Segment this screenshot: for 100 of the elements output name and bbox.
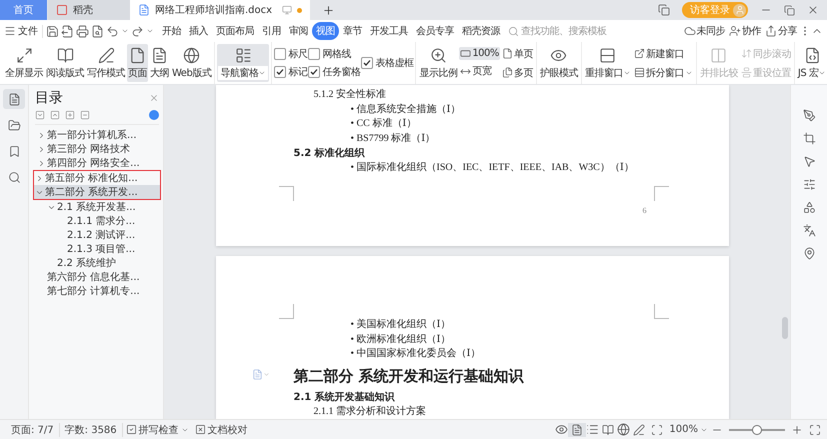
- outline-item[interactable]: 第七部分 计算机专...: [35, 284, 159, 298]
- outline-item[interactable]: 2.1.3 项目管...: [55, 242, 159, 256]
- ribbon-button[interactable]: 阅读版式: [45, 44, 85, 82]
- ribbon-button[interactable]: 多页: [500, 64, 534, 80]
- scrollbar-thumb[interactable]: [782, 317, 788, 339]
- ribbon-button[interactable]: 全屏显示: [4, 44, 44, 82]
- book-icon: [602, 424, 614, 436]
- menu-tab[interactable]: 章节: [339, 22, 366, 40]
- tab[interactable]: 网络工程师培训指南.docx: [130, 0, 310, 20]
- document-text: • 美国标准化组织（Ⅰ）: [350, 318, 452, 332]
- pen-tool-icon[interactable]: [802, 109, 816, 122]
- spellcheck-button[interactable]: 拼写检查: [122, 422, 192, 438]
- corner-mark: [278, 304, 294, 319]
- side-tab[interactable]: [3, 89, 25, 109]
- unsaved-dot: [297, 8, 302, 12]
- fit-icon: [651, 424, 664, 436]
- ribbon-button[interactable]: 重排窗口: [584, 44, 632, 82]
- ribbon-button[interactable]: 100%: [459, 47, 500, 60]
- ribbon-button[interactable]: 页宽: [459, 63, 500, 79]
- redo-icon[interactable]: [131, 24, 144, 38]
- checkbox-icon: [126, 424, 137, 435]
- folder-icon: [8, 118, 20, 132]
- document-text: 5.2 标准化组织: [294, 146, 366, 161]
- ribbon-button[interactable]: 导航窗格: [217, 44, 270, 82]
- print-preview-icon[interactable]: [91, 24, 104, 38]
- menu-tab[interactable]: 引用: [258, 22, 285, 40]
- ribbon-button[interactable]: 显示比例: [418, 44, 458, 82]
- restore-icon[interactable]: [784, 4, 795, 16]
- outline-item[interactable]: 2.1 系统开发基...: [45, 200, 159, 214]
- app-logo-icon: [56, 4, 68, 16]
- expand-icon[interactable]: [50, 110, 60, 120]
- toolbar-action[interactable]: 分享: [763, 24, 799, 38]
- page-view-button[interactable]: [568, 422, 586, 436]
- toolbar-action[interactable]: 未同步: [682, 24, 727, 38]
- search-field[interactable]: 查找功能、搜索模板: [508, 26, 616, 36]
- undo-icon[interactable]: [106, 24, 119, 38]
- outline-item[interactable]: 2.1.2 测试评...: [55, 228, 159, 242]
- checkbox[interactable]: [308, 48, 320, 60]
- ribbon-button[interactable]: JS 宏: [796, 44, 827, 82]
- menu-tab[interactable]: 页面布局: [212, 22, 258, 40]
- window-list-icon[interactable]: [658, 4, 670, 16]
- collapse-icon[interactable]: [35, 110, 45, 120]
- checkbox[interactable]: [308, 66, 320, 78]
- ribbon-button[interactable]: 护眼模式: [538, 44, 579, 82]
- sliders-icon[interactable]: [802, 178, 816, 191]
- caret-icon[interactable]: [121, 27, 129, 35]
- ribbon-button[interactable]: 大纲: [149, 44, 170, 82]
- ribbon-button[interactable]: 单页: [500, 46, 534, 62]
- document-text: • BS7799 标准（Ⅰ）: [350, 132, 436, 146]
- add-icon[interactable]: [65, 110, 75, 120]
- export-icon[interactable]: [61, 24, 74, 38]
- file-menu[interactable]: 文件: [4, 24, 42, 38]
- map-pin-icon[interactable]: [802, 247, 816, 260]
- menu-tab[interactable]: 开发工具: [366, 22, 412, 40]
- menu-tab[interactable]: 开始: [158, 22, 185, 40]
- zoom-in-icon[interactable]: [791, 424, 803, 436]
- ribbon-button[interactable]: Web版式: [171, 44, 212, 82]
- outline-item[interactable]: 第四部分 网络安全...: [35, 156, 159, 170]
- user-plus-icon: [729, 25, 741, 37]
- ribbon-button[interactable]: 写作模式: [86, 44, 126, 82]
- caret-icon[interactable]: [146, 27, 154, 35]
- close-icon[interactable]: [149, 93, 159, 103]
- pointer-icon[interactable]: [802, 155, 816, 168]
- menu-tab[interactable]: 会员专享: [412, 22, 458, 40]
- print-icon[interactable]: [76, 24, 89, 38]
- outline-item[interactable]: 第三部分 网络技术: [35, 142, 159, 156]
- ribbon-button[interactable]: 页面: [127, 44, 148, 82]
- caret-icon: [262, 370, 270, 378]
- outline-item[interactable]: 第一部分计算机系...: [35, 128, 159, 142]
- menu-tab[interactable]: 稻壳资源: [458, 22, 504, 40]
- assistant-icon[interactable]: [149, 110, 159, 120]
- checkbox[interactable]: [361, 57, 374, 69]
- menu-tab[interactable]: 视图: [312, 22, 339, 40]
- script-file-icon: [804, 46, 821, 64]
- tab[interactable]: 稻壳: [48, 0, 130, 20]
- fullscreen-icon[interactable]: [809, 424, 821, 436]
- globe-page-icon: [183, 46, 200, 64]
- outline-item[interactable]: 2.1.1 需求分...: [55, 214, 159, 228]
- translate-icon[interactable]: [802, 224, 816, 237]
- shapes-icon[interactable]: [802, 201, 816, 214]
- save-icon[interactable]: [46, 24, 59, 38]
- checkbox[interactable]: [274, 48, 286, 60]
- close-icon[interactable]: [807, 4, 819, 16]
- checkbox[interactable]: [274, 66, 286, 78]
- proofread-button[interactable]: 文档校对: [192, 422, 251, 438]
- outline-item[interactable]: 第二部分 系统开发...: [33, 185, 161, 200]
- toolbar-action[interactable]: 协作: [727, 24, 763, 38]
- outline-item[interactable]: 2.2 系统维护: [45, 256, 159, 270]
- ribbon-button[interactable]: 新建窗口: [632, 46, 694, 62]
- menu-tab[interactable]: 审阅: [285, 22, 312, 40]
- zoom-slider-thumb[interactable]: [752, 424, 762, 434]
- zoom-menu[interactable]: 100%: [666, 423, 711, 436]
- eye-icon[interactable]: [555, 423, 568, 436]
- remove-icon[interactable]: [80, 110, 90, 120]
- menu-tab[interactable]: 插入: [185, 22, 212, 40]
- ribbon-button[interactable]: 拆分窗口: [632, 64, 694, 80]
- outline-item[interactable]: 第六部分 信息化基...: [35, 270, 159, 284]
- crop-icon[interactable]: [802, 132, 816, 145]
- new-tab-icon[interactable]: [322, 4, 336, 16]
- globe-icon[interactable]: [617, 423, 630, 436]
